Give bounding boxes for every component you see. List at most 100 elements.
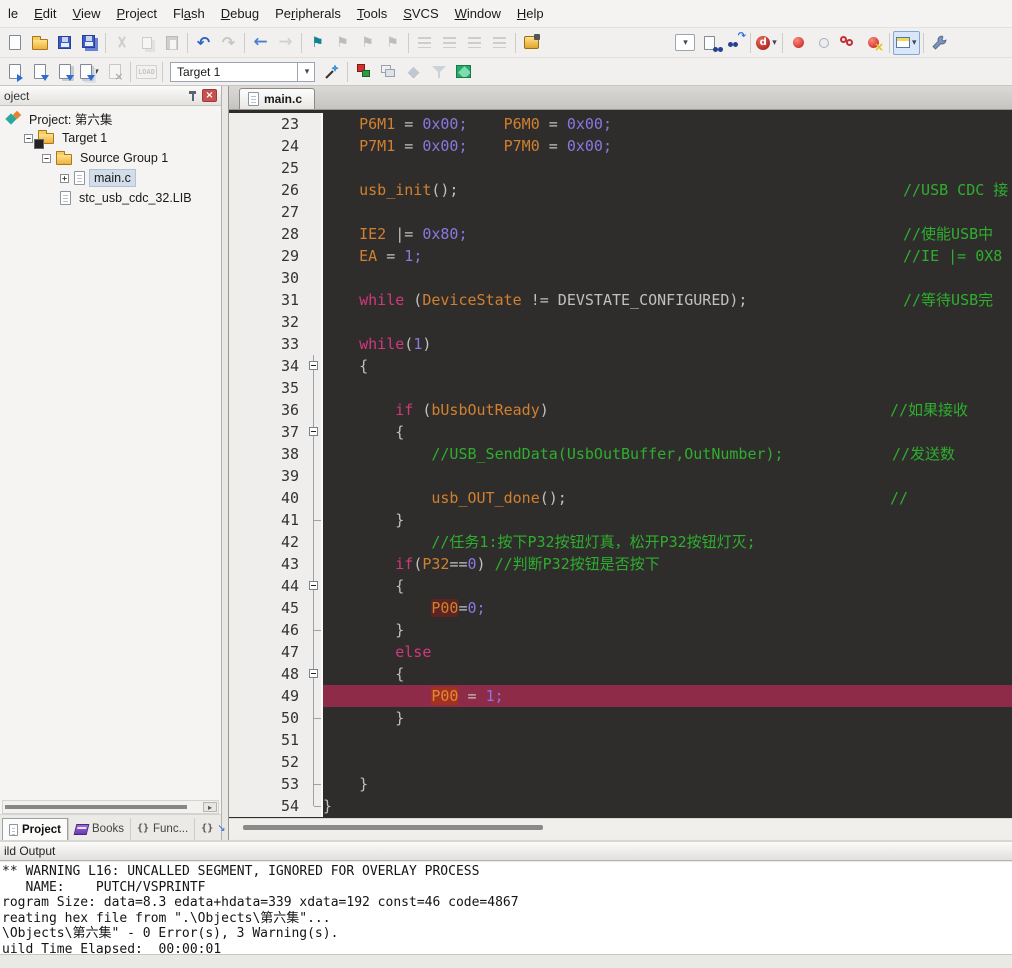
code-text[interactable] xyxy=(323,729,1012,751)
code-text[interactable]: { xyxy=(323,663,1012,685)
code-line-33[interactable]: 33 while(1) xyxy=(229,333,1012,355)
scrollbar-thumb[interactable] xyxy=(243,825,543,830)
code-line-51[interactable]: 51 xyxy=(229,729,1012,751)
options-for-target-button[interactable] xyxy=(319,60,344,84)
panel-tab-books[interactable]: Books xyxy=(68,818,130,840)
code-line-46[interactable]: 46 } xyxy=(229,619,1012,641)
code-text[interactable] xyxy=(323,201,1012,223)
code-text[interactable]: { xyxy=(323,575,1012,597)
menu-item-tools[interactable]: Tools xyxy=(349,2,395,25)
code-text[interactable]: P00 = 1; xyxy=(323,685,1012,707)
collapse-icon[interactable]: − xyxy=(24,133,33,143)
code-text[interactable] xyxy=(323,751,1012,773)
configuration-button[interactable] xyxy=(927,31,952,55)
fold-collapse-icon[interactable] xyxy=(309,669,318,678)
collapse-icon[interactable]: − xyxy=(42,153,51,163)
code-text[interactable]: P7M1 = 0x00; P7M0 = 0x00; xyxy=(323,135,1012,157)
code-text[interactable]: } xyxy=(323,795,1012,817)
new-file-button[interactable] xyxy=(2,31,27,55)
code-text[interactable]: usb_init(); //USB CDC 接 xyxy=(323,179,1012,201)
code-line-29[interactable]: 29 EA = 1; //IE |= 0X8 xyxy=(229,245,1012,267)
redo-button[interactable]: ↷ xyxy=(216,31,241,55)
code-text[interactable] xyxy=(323,267,1012,289)
bookmark-clear-button[interactable]: ⚑ xyxy=(380,31,405,55)
code-line-36[interactable]: 36 if (bUsbOutReady) //如果接收 xyxy=(229,399,1012,421)
code-text[interactable]: } xyxy=(323,773,1012,795)
panel-tab-func[interactable]: {} Func... xyxy=(129,818,194,840)
download-button[interactable]: LOAD xyxy=(134,60,159,84)
navigate-forward-button[interactable]: → xyxy=(273,31,298,55)
code-line-54[interactable]: 54} xyxy=(229,795,1012,817)
code-text[interactable]: { xyxy=(323,421,1012,443)
breakpoint-disable-all-button[interactable] xyxy=(836,31,861,55)
menu-item-project[interactable]: Project xyxy=(108,2,164,25)
target-select[interactable]: Target 1 xyxy=(170,61,298,82)
file-extensions-button[interactable] xyxy=(376,60,401,84)
menu-item-help[interactable]: Help xyxy=(509,2,552,25)
code-text[interactable]: } xyxy=(323,509,1012,531)
code-text[interactable]: //USB_SendData(UsbOutBuffer,OutNumber); … xyxy=(323,443,1012,465)
code-text[interactable] xyxy=(323,157,1012,179)
code-line-37[interactable]: 37 { xyxy=(229,421,1012,443)
bookmark-toggle-button[interactable]: ⚑ xyxy=(305,31,330,55)
target-select-caret-icon[interactable]: ▾ xyxy=(298,61,315,82)
menu-item-flash[interactable]: Flash xyxy=(165,2,213,25)
open-file-button[interactable] xyxy=(27,31,52,55)
code-line-27[interactable]: 27 xyxy=(229,201,1012,223)
code-line-41[interactable]: 41 } xyxy=(229,509,1012,531)
code-text[interactable]: P00=0; xyxy=(323,597,1012,619)
code-line-35[interactable]: 35 xyxy=(229,377,1012,399)
panel-tab-project[interactable]: Project xyxy=(2,818,68,840)
code-text[interactable] xyxy=(323,311,1012,333)
rebuild-button[interactable] xyxy=(52,60,77,84)
code-line-38[interactable]: 38 //USB_SendData(UsbOutBuffer,OutNumber… xyxy=(229,443,1012,465)
scrollbar-thumb[interactable] xyxy=(5,805,187,809)
code-text[interactable] xyxy=(323,377,1012,399)
code-text[interactable]: if(P32==0) //判断P32按钮是否按下 xyxy=(323,553,1012,575)
code-text[interactable]: IE2 |= 0x80; //使能USB中 xyxy=(323,223,1012,245)
cut-button[interactable] xyxy=(109,31,134,55)
code-line-23[interactable]: 23 P6M1 = 0x00; P6M0 = 0x00; xyxy=(229,113,1012,135)
project-panel-hscrollbar[interactable] xyxy=(2,800,219,814)
scrollbar-right-arrow-icon[interactable] xyxy=(203,802,217,812)
menu-item-edit[interactable]: Edit xyxy=(26,2,64,25)
code-text[interactable]: } xyxy=(323,619,1012,641)
stop-build-button[interactable]: × xyxy=(102,60,127,84)
code-line-43[interactable]: 43 if(P32==0) //判断P32按钮是否按下 xyxy=(229,553,1012,575)
translate-button[interactable] xyxy=(2,60,27,84)
code-line-50[interactable]: 50 } xyxy=(229,707,1012,729)
menu-item-debug[interactable]: Debug xyxy=(213,2,267,25)
pack-installer-button[interactable] xyxy=(451,60,476,84)
close-icon[interactable] xyxy=(202,89,217,102)
code-line-31[interactable]: 31 while (DeviceState != DEVSTATE_CONFIG… xyxy=(229,289,1012,311)
code-line-47[interactable]: 47 else xyxy=(229,641,1012,663)
code-line-39[interactable]: 39 xyxy=(229,465,1012,487)
books-manage-button[interactable] xyxy=(426,60,451,84)
uncomment-button[interactable] xyxy=(487,31,512,55)
indent-button[interactable] xyxy=(412,31,437,55)
code-text[interactable]: while (DeviceState != DEVSTATE_CONFIGURE… xyxy=(323,289,1012,311)
code-text[interactable] xyxy=(323,465,1012,487)
code-text[interactable]: P6M1 = 0x00; P6M0 = 0x00; xyxy=(323,113,1012,135)
find-in-files-button[interactable] xyxy=(697,31,722,55)
environment-button[interactable]: ◆ xyxy=(401,60,426,84)
bookmark-prev-button[interactable]: ⚑ xyxy=(330,31,355,55)
code-line-30[interactable]: 30 xyxy=(229,267,1012,289)
breakpoint-enable-button[interactable] xyxy=(811,31,836,55)
editor-hscrollbar[interactable] xyxy=(229,818,1012,836)
bookmark-next-button[interactable]: ⚑ xyxy=(355,31,380,55)
code-line-26[interactable]: 26 usb_init(); //USB CDC 接 xyxy=(229,179,1012,201)
code-line-34[interactable]: 34 { xyxy=(229,355,1012,377)
outdent-button[interactable] xyxy=(437,31,462,55)
code-text[interactable]: //任务1:按下P32按钮灯真，松开P32按钮灯灭; xyxy=(323,531,1012,553)
fold-collapse-icon[interactable] xyxy=(309,581,318,590)
code-line-45[interactable]: 45 P00=0; xyxy=(229,597,1012,619)
code-line-28[interactable]: 28 IE2 |= 0x80; //使能USB中 xyxy=(229,223,1012,245)
menu-item-le[interactable]: le xyxy=(0,2,26,25)
code-line-44[interactable]: 44 { xyxy=(229,575,1012,597)
manage-project-items-button[interactable] xyxy=(351,60,376,84)
code-line-40[interactable]: 40 usb_OUT_done(); // xyxy=(229,487,1012,509)
pin-icon[interactable] xyxy=(187,90,199,102)
edit-tool-button[interactable] xyxy=(519,31,544,55)
find-button[interactable]: d ▾ xyxy=(754,31,779,55)
